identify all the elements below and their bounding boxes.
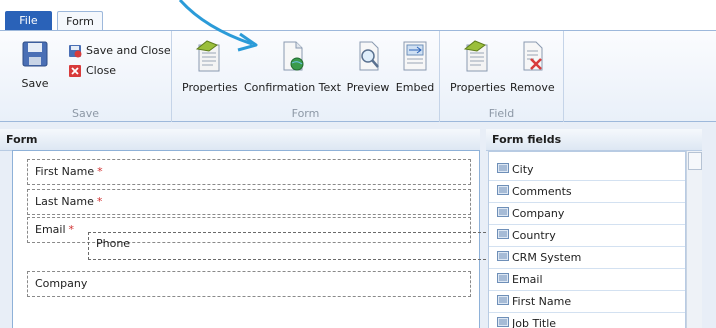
form-field-last-name[interactable]: Last Name * <box>27 189 471 215</box>
ribbon: Save Save and Close Close Save Propertie… <box>0 30 716 122</box>
remove-icon <box>523 41 543 71</box>
embed-icon <box>403 41 427 71</box>
properties-icon <box>195 40 220 72</box>
field-icon <box>497 273 509 283</box>
embed-label: Embed <box>395 81 435 94</box>
list-item-crm-system[interactable]: CRM System <box>489 247 685 269</box>
form-fields-list: City Comments Company Country CRM System… <box>488 151 686 328</box>
list-item-label: Company <box>512 207 565 220</box>
list-item-city[interactable]: City <box>489 159 685 181</box>
save-close-icon <box>69 45 82 58</box>
embed-button[interactable]: Embed <box>394 39 436 94</box>
list-item-comments[interactable]: Comments <box>489 181 685 203</box>
list-item-label: Email <box>512 273 543 286</box>
field-icon <box>497 251 509 261</box>
remove-field-button[interactable]: Remove <box>510 39 555 94</box>
field-label: Company <box>35 277 88 290</box>
dragging-field-phone[interactable]: Phone <box>88 232 496 260</box>
field-properties-label: Properties <box>450 81 506 94</box>
close-label: Close <box>86 64 116 77</box>
properties-icon <box>463 40 488 72</box>
field-icon <box>497 207 509 217</box>
preview-button[interactable]: Preview <box>346 39 390 94</box>
form-properties-label: Properties <box>182 81 238 94</box>
list-item-first-name[interactable]: First Name <box>489 291 685 313</box>
list-item-job-title[interactable]: Job Title <box>489 313 685 328</box>
field-label: Last Name <box>35 195 94 208</box>
field-icon <box>497 295 509 305</box>
floppy-disk-icon <box>22 41 48 67</box>
field-icon <box>497 317 509 327</box>
dragging-field-label: Phone <box>96 237 131 250</box>
scroll-thumb[interactable] <box>688 152 702 170</box>
tab-file[interactable]: File <box>5 11 52 31</box>
save-and-close-label: Save and Close <box>86 44 171 57</box>
list-item-label: City <box>512 163 534 176</box>
list-item-label: Job Title <box>512 317 557 328</box>
list-item-label: First Name <box>512 295 572 308</box>
close-icon <box>69 65 81 77</box>
group-label-save: Save <box>71 107 99 120</box>
fields-scrollbar[interactable] <box>686 151 702 328</box>
confirmation-text-label: Confirmation Text <box>244 81 341 94</box>
close-button[interactable]: Close <box>68 63 116 79</box>
required-marker: * <box>68 223 75 236</box>
ribbon-group-form: Properties Confirmation Text Preview Emb… <box>172 31 440 122</box>
field-label: Email <box>35 223 66 236</box>
required-marker: * <box>96 195 103 208</box>
ribbon-tab-strip: File Form <box>0 0 716 31</box>
form-panel-title: Form <box>0 129 480 151</box>
list-item-label: CRM System <box>512 251 582 264</box>
group-label-form: Form <box>291 107 320 120</box>
preview-label: Preview <box>346 81 390 94</box>
save-and-close-button[interactable]: Save and Close <box>68 43 171 59</box>
list-item-country[interactable]: Country <box>489 225 685 247</box>
form-fields-panel-title: Form fields <box>486 129 702 151</box>
document-globe-icon <box>283 41 304 71</box>
field-properties-button[interactable]: Properties <box>450 39 506 94</box>
list-item-label: Comments <box>512 185 572 198</box>
remove-field-label: Remove <box>510 81 555 94</box>
ribbon-group-save: Save Save and Close Close Save <box>0 31 172 122</box>
tab-form[interactable]: Form <box>57 11 103 31</box>
save-button[interactable]: Save <box>20 39 50 90</box>
list-item-label: Country <box>512 229 556 242</box>
list-item-email[interactable]: Email <box>489 269 685 291</box>
magnifier-icon <box>359 41 379 71</box>
form-field-first-name[interactable]: First Name * <box>27 159 471 185</box>
required-marker: * <box>97 165 103 178</box>
form-field-company[interactable]: Company <box>27 271 471 297</box>
ribbon-group-field: Properties Remove Field <box>440 31 564 122</box>
field-icon <box>497 229 509 239</box>
list-item-company[interactable]: Company <box>489 203 685 225</box>
save-label: Save <box>21 77 49 90</box>
confirmation-text-button[interactable]: Confirmation Text <box>244 39 341 94</box>
field-icon <box>497 185 509 195</box>
group-label-field: Field <box>488 107 515 120</box>
form-properties-button[interactable]: Properties <box>182 39 238 94</box>
field-label: First Name <box>35 165 95 178</box>
field-icon <box>497 163 509 173</box>
